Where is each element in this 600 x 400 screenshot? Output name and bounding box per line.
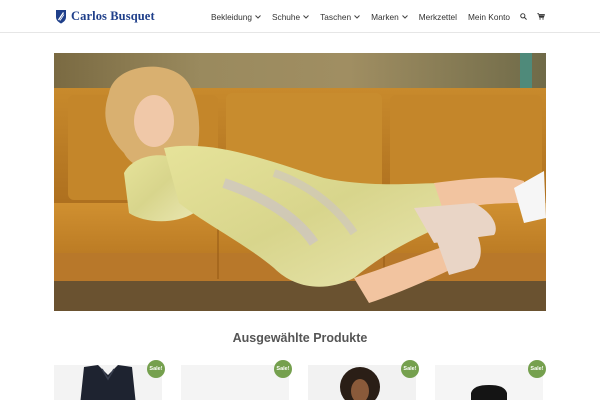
main-navigation: Bekleidung Schuhe Taschen Marken Merkzet… bbox=[211, 0, 545, 33]
nav-item-mein-konto[interactable]: Mein Konto bbox=[468, 12, 510, 22]
site-header: Carlos Busquet Bekleidung Schuhe Taschen… bbox=[0, 0, 600, 33]
nav-item-label: Marken bbox=[371, 11, 399, 22]
nav-item-marken[interactable]: Marken bbox=[371, 12, 408, 22]
nav-item-merkzettel[interactable]: Merkzettel bbox=[419, 12, 457, 22]
black-boot-image bbox=[435, 365, 543, 400]
nav-item-label: Merkzettel bbox=[418, 11, 458, 22]
product-card[interactable] bbox=[435, 365, 543, 400]
nav-item-taschen[interactable]: Taschen bbox=[320, 12, 360, 22]
search-icon bbox=[520, 13, 527, 20]
brand-logo[interactable]: Carlos Busquet bbox=[55, 8, 155, 24]
cart-icon bbox=[537, 13, 545, 20]
hero-image bbox=[54, 53, 546, 311]
brand-name: Carlos Busquet bbox=[71, 8, 155, 23]
sale-badge: Sale! bbox=[147, 360, 165, 378]
curly-hair-model-image bbox=[308, 365, 416, 400]
sale-badge: Sale! bbox=[528, 360, 546, 378]
product-card[interactable] bbox=[181, 365, 289, 400]
light-garment-image bbox=[181, 365, 289, 400]
nav-item-label: Bekleidung bbox=[210, 11, 253, 22]
product-card[interactable] bbox=[54, 365, 162, 400]
featured-products-title: Ausgewählte Produkte bbox=[232, 331, 368, 345]
nav-item-label: Mein Konto bbox=[468, 11, 510, 22]
chevron-down-icon bbox=[303, 14, 310, 19]
product-card[interactable] bbox=[308, 365, 416, 400]
nav-item-label: Taschen bbox=[320, 11, 352, 22]
chevron-down-icon bbox=[401, 14, 408, 19]
chevron-down-icon bbox=[255, 14, 261, 19]
hero-banner[interactable] bbox=[54, 53, 546, 311]
sale-badge: Sale! bbox=[401, 360, 419, 378]
nav-item-bekleidung[interactable]: Bekleidung bbox=[211, 12, 261, 22]
chevron-down-icon bbox=[354, 14, 360, 19]
cart-button[interactable] bbox=[537, 13, 545, 20]
sale-badge: Sale! bbox=[274, 360, 292, 378]
search-button[interactable] bbox=[520, 13, 527, 20]
nav-item-label: Schuhe bbox=[272, 11, 301, 22]
dark-blazer-image bbox=[54, 365, 162, 400]
nav-item-schuhe[interactable]: Schuhe bbox=[272, 11, 310, 22]
shield-logo-icon bbox=[56, 9, 66, 23]
